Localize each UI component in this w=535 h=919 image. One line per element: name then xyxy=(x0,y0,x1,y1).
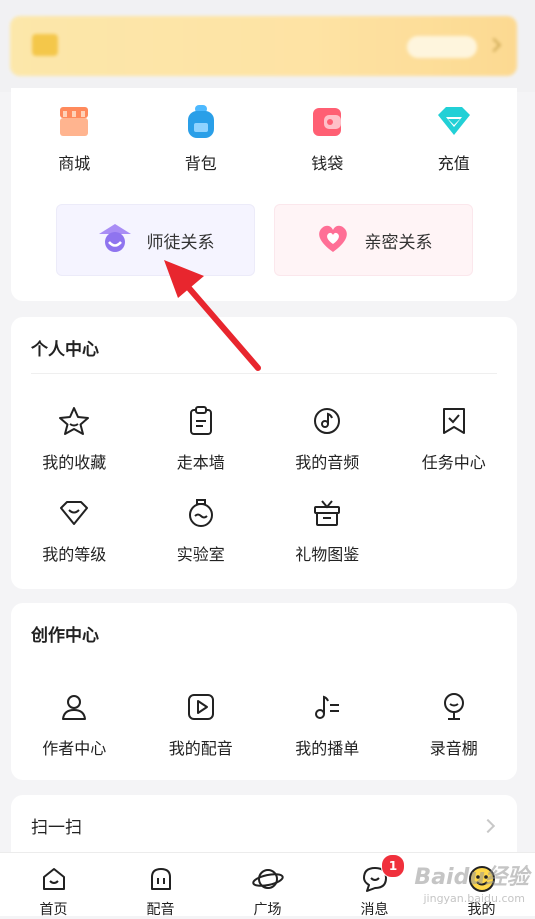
annotation-arrow xyxy=(164,260,261,371)
wallet-icon xyxy=(307,102,347,142)
menu-item-my-audio[interactable]: 我的音频 xyxy=(264,401,391,473)
heart-icon xyxy=(315,222,351,258)
tab-label: 消息 xyxy=(360,902,389,918)
chevron-right-icon xyxy=(486,37,502,53)
menu-item-recharge[interactable]: 充值 xyxy=(391,102,518,174)
menu-item-my-playlist[interactable]: 我的播单 xyxy=(264,687,391,759)
crown-icon xyxy=(32,34,58,56)
tab-label: 广场 xyxy=(253,902,282,918)
flask-icon xyxy=(181,493,221,533)
mentor-icon xyxy=(97,222,133,258)
clipboard-icon xyxy=(181,401,221,441)
unread-badge: 1 xyxy=(381,854,405,878)
dubbing-icon xyxy=(147,865,175,897)
menu-item-favorites[interactable]: 我的收藏 xyxy=(11,401,138,473)
menu-item-backpack[interactable]: 背包 xyxy=(138,102,265,174)
menu-item-label: 钱袋 xyxy=(311,154,344,173)
menu-item-label: 实验室 xyxy=(176,545,225,564)
menu-item-label: 走本墙 xyxy=(176,453,225,472)
shop-icon xyxy=(54,102,94,142)
menu-item-lab[interactable]: 实验室 xyxy=(138,493,265,565)
top-menu-grid: 商城 背包 钱袋 充值 xyxy=(11,102,517,174)
personal-center-row-1: 我的收藏 走本墙 我的音频 任务中心 xyxy=(11,401,517,473)
backpack-icon xyxy=(181,102,221,142)
chevron-right-icon xyxy=(480,818,496,834)
menu-item-label: 我的播单 xyxy=(295,739,360,758)
menu-item-label: 录音棚 xyxy=(429,739,478,758)
menu-item-my-dubbing[interactable]: 我的配音 xyxy=(138,687,265,759)
creation-center-row: 作者中心 我的配音 我的播单 录音棚 xyxy=(11,687,517,759)
home-icon xyxy=(40,865,68,897)
section-title: 个人中心 xyxy=(31,340,99,360)
menu-item-task-center[interactable]: 任务中心 xyxy=(391,401,518,473)
menu-item-label: 我的收藏 xyxy=(42,453,107,472)
menu-item-label: 我的等级 xyxy=(42,545,107,564)
menu-item-label: 商城 xyxy=(58,154,91,173)
menu-item-recording-studio[interactable]: 录音棚 xyxy=(391,687,518,759)
personal-center-row-2: 我的等级 实验室 礼物图鉴 xyxy=(11,493,517,565)
menu-item-gift-catalog[interactable]: 礼物图鉴 xyxy=(264,493,391,565)
person-icon xyxy=(54,687,94,727)
menu-item-label: 作者中心 xyxy=(42,739,107,758)
music-disc-icon xyxy=(307,401,347,441)
intimate-relation-button[interactable]: 亲密关系 xyxy=(274,204,473,276)
menu-item-shop[interactable]: 商城 xyxy=(11,102,138,174)
menu-item-label: 我的音频 xyxy=(295,453,360,472)
gift-icon xyxy=(307,493,347,533)
star-icon xyxy=(54,401,94,441)
tab-label: 配音 xyxy=(146,902,175,918)
menu-item-label: 礼物图鉴 xyxy=(295,545,360,564)
scan-label: 扫一扫 xyxy=(31,818,82,838)
intimate-relation-label: 亲密关系 xyxy=(364,232,433,253)
tab-dubbing[interactable]: 配音 xyxy=(107,853,214,918)
menu-item-author-center[interactable]: 作者中心 xyxy=(11,687,138,759)
diamond-icon xyxy=(434,102,474,142)
planet-icon xyxy=(251,865,284,897)
menu-item-label: 背包 xyxy=(184,154,217,173)
menu-item-label: 任务中心 xyxy=(421,453,486,472)
menu-item-script-wall[interactable]: 走本墙 xyxy=(138,401,265,473)
mentor-relation-label: 师徒关系 xyxy=(146,232,215,253)
task-icon xyxy=(434,401,474,441)
microphone-icon xyxy=(434,687,474,727)
menu-item-label: 充值 xyxy=(437,154,470,173)
tab-messages[interactable]: 1 消息 xyxy=(321,853,428,918)
watermark: Baidu经验 xyxy=(414,865,529,890)
watermark-url: jingyan.baidu.com xyxy=(423,892,525,905)
menu-item-label: 我的配音 xyxy=(168,739,233,758)
level-gem-icon xyxy=(54,493,94,533)
tab-home[interactable]: 首页 xyxy=(0,853,107,918)
creation-center-card: 创作中心 作者中心 我的配音 我的播单 录音棚 xyxy=(11,603,517,780)
menu-item-wallet[interactable]: 钱袋 xyxy=(264,102,391,174)
vip-banner[interactable] xyxy=(10,16,517,76)
menu-item-my-level[interactable]: 我的等级 xyxy=(11,493,138,565)
tab-square[interactable]: 广场 xyxy=(214,853,321,918)
section-title: 创作中心 xyxy=(31,626,99,646)
tab-label: 首页 xyxy=(39,902,68,918)
playlist-icon xyxy=(307,687,347,727)
vip-banner-button[interactable] xyxy=(407,36,477,58)
play-icon xyxy=(181,687,221,727)
